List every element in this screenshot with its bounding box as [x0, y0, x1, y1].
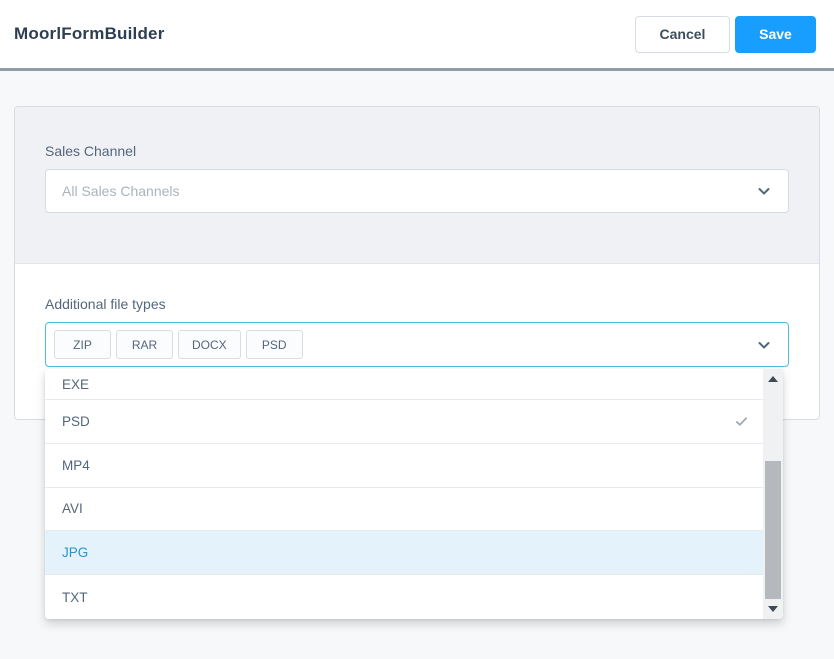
- save-button[interactable]: Save: [735, 15, 816, 53]
- check-icon: [734, 414, 749, 429]
- scroll-down-icon[interactable]: [768, 606, 778, 612]
- sales-channel-label: Sales Channel: [45, 143, 137, 159]
- option-label: MP4: [62, 457, 90, 473]
- dropdown-option-psd[interactable]: PSD: [45, 400, 763, 444]
- selected-tags: ZIP RAR DOCX PSD: [54, 330, 303, 359]
- tag-rar[interactable]: RAR: [116, 330, 173, 359]
- option-label: JPG: [62, 545, 89, 561]
- file-types-dropdown: EXE PSD MP4 AVI JPG TXT: [45, 369, 783, 619]
- chevron-down-icon: [756, 337, 772, 353]
- page-title: MoorlFormBuilder: [14, 24, 165, 43]
- header-actions: Cancel Save: [635, 15, 816, 53]
- scroll-up-icon[interactable]: [768, 376, 778, 382]
- cancel-button[interactable]: Cancel: [635, 15, 730, 53]
- sales-channel-placeholder: All Sales Channels: [62, 183, 180, 199]
- dropdown-scrollbar[interactable]: [763, 369, 783, 619]
- dropdown-option-mp4[interactable]: MP4: [45, 443, 763, 488]
- dropdown-option-avi[interactable]: AVI: [45, 487, 763, 532]
- form-card: Sales Channel All Sales Channels Additio…: [14, 106, 820, 619]
- option-label: AVI: [62, 501, 83, 517]
- sales-channel-select[interactable]: All Sales Channels: [45, 169, 789, 213]
- tag-psd[interactable]: PSD: [245, 330, 303, 359]
- content-area: Sales Channel All Sales Channels Additio…: [0, 71, 834, 659]
- tag-docx[interactable]: DOCX: [178, 330, 241, 359]
- option-label: PSD: [62, 413, 90, 429]
- file-types-label: Additional file types: [45, 296, 166, 312]
- option-label: EXE: [62, 376, 90, 392]
- dropdown-option-txt[interactable]: TXT: [45, 575, 763, 619]
- file-types-multiselect[interactable]: ZIP RAR DOCX PSD: [45, 322, 789, 367]
- file-types-section: Additional file types ZIP RAR DOCX PSD: [15, 264, 819, 367]
- sales-channel-section: Sales Channel All Sales Channels: [15, 107, 819, 264]
- scrollbar-thumb[interactable]: [765, 461, 781, 599]
- tag-zip[interactable]: ZIP: [54, 330, 111, 359]
- chevron-down-icon: [756, 183, 772, 199]
- option-label: TXT: [62, 589, 88, 605]
- header: MoorlFormBuilder Cancel Save: [0, 0, 834, 68]
- dropdown-option-list: EXE PSD MP4 AVI JPG TXT: [45, 369, 763, 619]
- dropdown-option-exe[interactable]: EXE: [45, 369, 763, 400]
- dropdown-option-jpg[interactable]: JPG: [45, 531, 763, 576]
